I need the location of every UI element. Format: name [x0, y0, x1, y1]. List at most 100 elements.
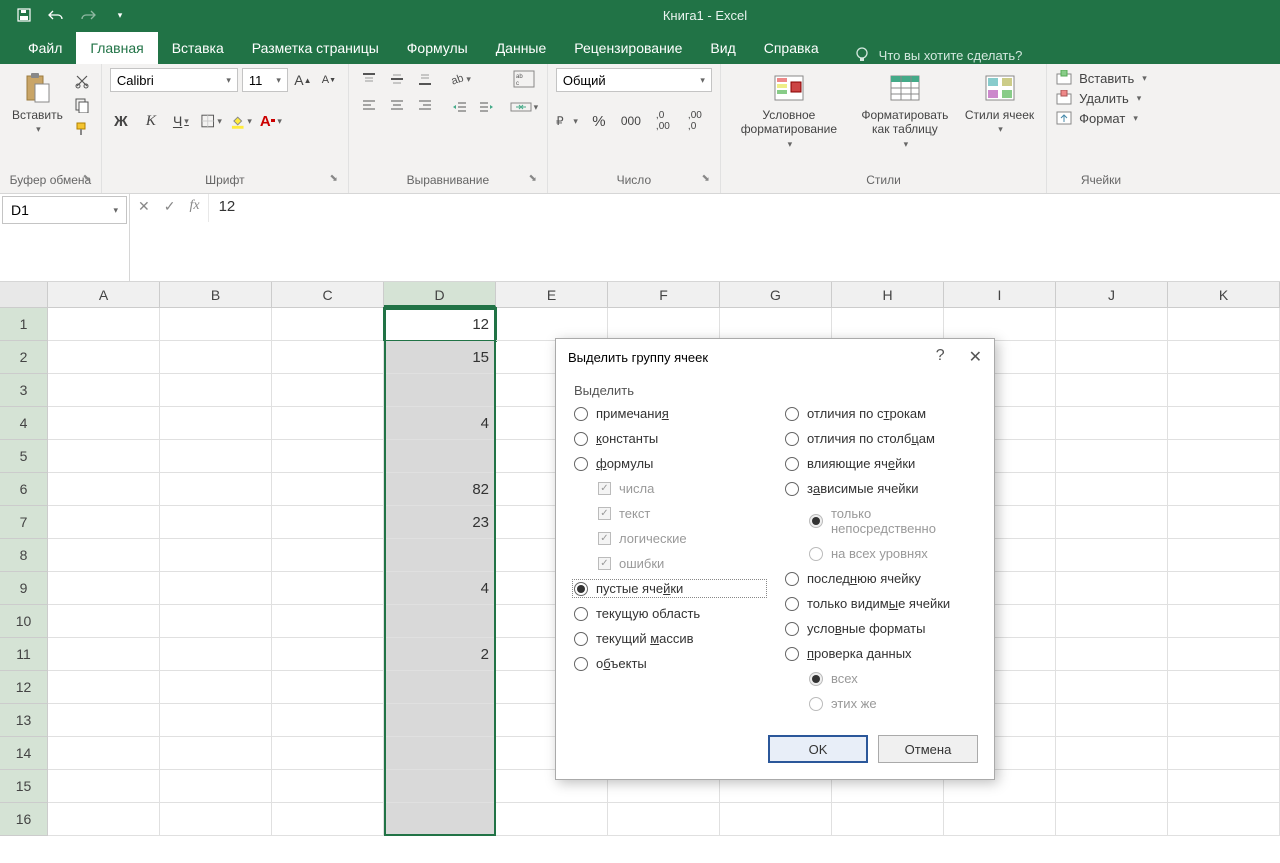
cell[interactable] — [48, 539, 160, 572]
cell[interactable] — [1168, 374, 1280, 407]
column-header[interactable]: D — [384, 282, 496, 307]
cell[interactable] — [48, 737, 160, 770]
cell[interactable] — [160, 803, 272, 836]
cell[interactable]: 12 — [384, 308, 496, 341]
cell[interactable] — [272, 572, 384, 605]
cell[interactable] — [160, 539, 272, 572]
save-icon[interactable] — [14, 5, 34, 25]
radio-blanks[interactable]: пустые ячейки — [574, 581, 765, 596]
cell[interactable] — [1056, 539, 1168, 572]
cell[interactable] — [1056, 308, 1168, 341]
font-launcher-icon[interactable]: ⬊ — [329, 173, 337, 184]
accounting-icon[interactable]: ₽▾ — [556, 110, 578, 132]
cell[interactable] — [384, 770, 496, 803]
radio-dependents[interactable]: зависимые ячейки — [785, 481, 976, 496]
cell[interactable] — [48, 671, 160, 704]
cell[interactable]: 23 — [384, 506, 496, 539]
column-header[interactable]: E — [496, 282, 608, 307]
tell-me-search[interactable]: Что вы хотите сделать? — [853, 46, 1023, 64]
radio-objects[interactable]: объекты — [574, 656, 765, 671]
qat-customize-icon[interactable]: ▾ — [110, 5, 130, 25]
cell[interactable] — [160, 737, 272, 770]
enter-formula-icon[interactable]: ✓ — [164, 198, 176, 215]
font-color-icon[interactable]: А▾ — [260, 110, 282, 132]
cell[interactable] — [48, 605, 160, 638]
cell[interactable] — [384, 803, 496, 836]
radio-constants[interactable]: константы — [574, 431, 765, 446]
radio-rowdiff[interactable]: отличия по строкам — [785, 406, 976, 421]
cell[interactable] — [48, 473, 160, 506]
bold-button[interactable]: Ж — [110, 110, 132, 132]
cell[interactable] — [1168, 308, 1280, 341]
radio-notes[interactable]: примечания — [574, 406, 765, 421]
merge-icon[interactable]: ▾ — [509, 96, 539, 118]
cell[interactable]: 4 — [384, 572, 496, 605]
tab-view[interactable]: Вид — [696, 32, 749, 64]
cell[interactable] — [48, 440, 160, 473]
cell[interactable] — [832, 803, 944, 836]
cell[interactable] — [48, 506, 160, 539]
cell[interactable] — [1056, 704, 1168, 737]
radio-array[interactable]: текущий массив — [574, 631, 765, 646]
cell[interactable] — [384, 704, 496, 737]
cell[interactable] — [384, 440, 496, 473]
cell[interactable] — [1168, 638, 1280, 671]
cell[interactable] — [1056, 605, 1168, 638]
tab-file[interactable]: Файл — [14, 32, 76, 64]
cell[interactable] — [160, 638, 272, 671]
cell[interactable] — [160, 704, 272, 737]
cell[interactable]: 82 — [384, 473, 496, 506]
column-header[interactable]: J — [1056, 282, 1168, 307]
cell[interactable] — [1168, 737, 1280, 770]
cell[interactable] — [1056, 770, 1168, 803]
cell[interactable] — [48, 572, 160, 605]
tab-formulas[interactable]: Формулы — [393, 32, 482, 64]
cell[interactable] — [272, 308, 384, 341]
cell[interactable] — [1056, 572, 1168, 605]
cell[interactable] — [160, 572, 272, 605]
radio-formulas[interactable]: формулы — [574, 456, 765, 471]
cell[interactable] — [1056, 803, 1168, 836]
cell[interactable] — [272, 803, 384, 836]
cell[interactable] — [48, 308, 160, 341]
cell[interactable] — [1056, 671, 1168, 704]
radio-visible[interactable]: только видимые ячейки — [785, 596, 976, 611]
row-header[interactable]: 12 — [0, 671, 47, 704]
dialog-help-icon[interactable]: ? — [936, 347, 945, 367]
cell[interactable] — [160, 605, 272, 638]
select-all-corner[interactable] — [0, 282, 48, 307]
conditional-formatting-button[interactable]: Условное форматирование▾ — [729, 68, 849, 152]
decrease-indent-icon[interactable] — [449, 96, 471, 118]
fx-icon[interactable]: fx — [189, 198, 199, 214]
row-header[interactable]: 16 — [0, 803, 47, 836]
row-header[interactable]: 8 — [0, 539, 47, 572]
tab-insert[interactable]: Вставка — [158, 32, 238, 64]
increase-font-icon[interactable]: A▲ — [292, 69, 314, 91]
cell[interactable] — [496, 803, 608, 836]
ok-button[interactable]: OK — [768, 735, 868, 763]
cell[interactable] — [160, 473, 272, 506]
cell[interactable] — [160, 770, 272, 803]
cell[interactable] — [1168, 671, 1280, 704]
cell[interactable] — [1168, 572, 1280, 605]
decrease-font-icon[interactable]: A▼ — [318, 69, 340, 91]
cell[interactable] — [1056, 341, 1168, 374]
row-header[interactable]: 9 — [0, 572, 47, 605]
cell[interactable] — [1168, 704, 1280, 737]
cell[interactable] — [1168, 770, 1280, 803]
cell[interactable] — [272, 638, 384, 671]
formula-input[interactable]: 12 — [209, 194, 1280, 281]
cell[interactable] — [1056, 638, 1168, 671]
cell[interactable] — [48, 341, 160, 374]
row-header[interactable]: 10 — [0, 605, 47, 638]
row-header[interactable]: 14 — [0, 737, 47, 770]
number-launcher-icon[interactable]: ⬊ — [701, 173, 709, 184]
cut-icon[interactable] — [71, 72, 93, 90]
cell[interactable] — [272, 704, 384, 737]
align-center-icon[interactable] — [385, 94, 409, 116]
cell[interactable] — [272, 374, 384, 407]
cell[interactable]: 15 — [384, 341, 496, 374]
row-header[interactable]: 15 — [0, 770, 47, 803]
cell[interactable] — [272, 506, 384, 539]
cancel-formula-icon[interactable]: ✕ — [138, 198, 150, 215]
